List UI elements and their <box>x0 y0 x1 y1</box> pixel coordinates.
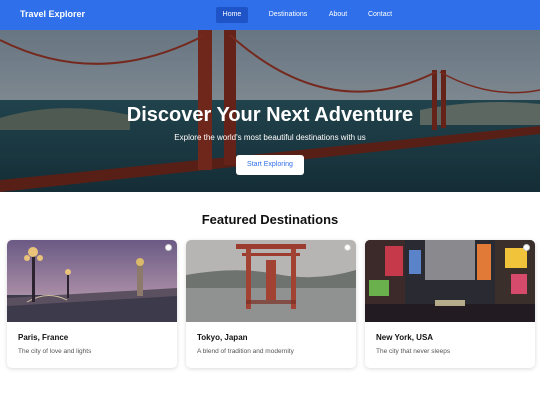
card-title: New York, USA <box>376 333 434 342</box>
nav-contact[interactable]: Contact <box>360 7 400 23</box>
hero-subtitle: Explore the world's most beautiful desti… <box>174 133 366 142</box>
destination-card-tokyo[interactable]: Tokyo, Japan A blend of tradition and mo… <box>186 240 356 368</box>
paris-bridge-image <box>7 240 177 322</box>
nav-about[interactable]: About <box>322 7 354 23</box>
card-description: A blend of tradition and modernity <box>197 348 294 355</box>
favorite-toggle-icon[interactable] <box>523 244 530 251</box>
destination-card-paris[interactable]: Paris, France The city of love and light… <box>7 240 177 368</box>
nav-home[interactable]: Home <box>216 7 248 23</box>
brand-logo[interactable]: Travel Explorer <box>20 9 85 19</box>
card-title: Paris, France <box>18 333 69 342</box>
hero-banner: Discover Your Next Adventure Explore the… <box>0 30 540 192</box>
favorite-toggle-icon[interactable] <box>165 244 172 251</box>
card-description: The city that never sleeps <box>376 348 451 355</box>
times-square-image <box>365 240 535 322</box>
top-nav: Travel Explorer Home Destinations About … <box>0 0 540 30</box>
favorite-toggle-icon[interactable] <box>344 244 351 251</box>
section-title: Featured Destinations <box>201 212 339 227</box>
nav-destinations[interactable]: Destinations <box>262 7 314 23</box>
start-exploring-button[interactable]: Start Exploring <box>236 155 304 175</box>
hero-title: Discover Your Next Adventure <box>126 104 414 126</box>
card-title: Tokyo, Japan <box>197 333 248 342</box>
torii-gate-image <box>186 240 356 322</box>
destination-card-new-york[interactable]: New York, USA The city that never sleeps <box>365 240 535 368</box>
card-description: The city of love and lights <box>18 348 92 355</box>
